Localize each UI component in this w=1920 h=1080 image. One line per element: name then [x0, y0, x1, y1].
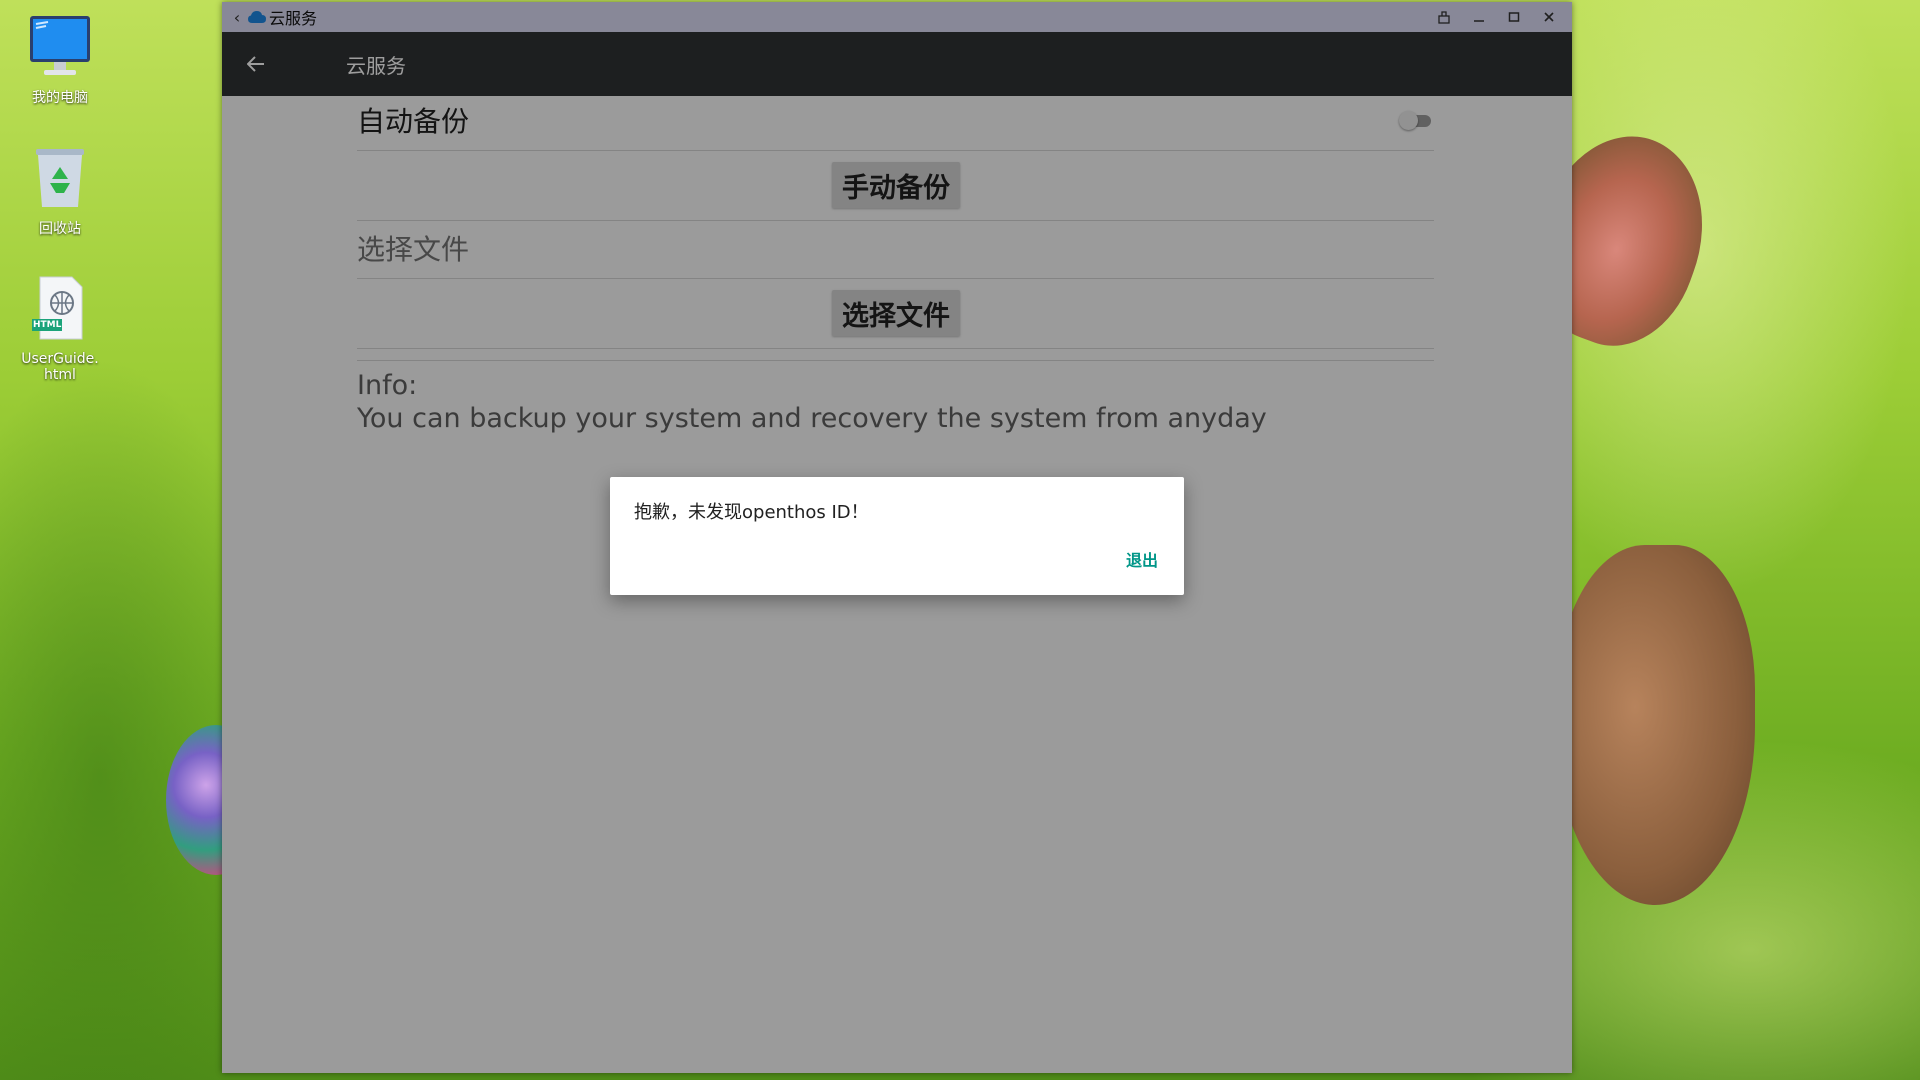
wallpaper-rabbit-body: [1555, 545, 1755, 905]
exit-button[interactable]: 退出: [1126, 547, 1158, 571]
desktop-icon-label: UserGuide.html: [21, 351, 99, 383]
desktop-icon-my-computer[interactable]: 我的电脑: [5, 12, 115, 106]
desktop-icon-userguide[interactable]: HTML UserGuide.html: [5, 273, 115, 383]
recycle-bin-icon: [24, 143, 96, 215]
desktop-icon-recycle-bin[interactable]: 回收站: [5, 143, 115, 237]
desktop-icon-label: 我的电脑: [32, 90, 88, 106]
dialog-message: 抱歉，未发现openthos ID！: [634, 502, 869, 523]
desktop-icon-label: 回收站: [39, 221, 81, 237]
computer-icon: [24, 12, 96, 84]
error-dialog: 抱歉，未发现openthos ID！ 退出: [610, 477, 1184, 595]
html-file-icon: HTML: [24, 273, 96, 345]
html-badge: HTML: [33, 320, 62, 330]
cloud-service-window: ‹ 云服务 云服务 自动备份 手动备份 选择文件 选择文件 Info: You …: [222, 2, 1572, 1073]
